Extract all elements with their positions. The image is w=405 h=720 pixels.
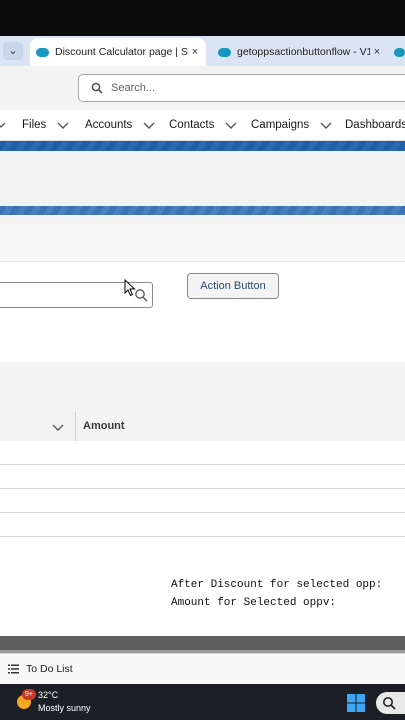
after-discount-label: After Discount for selected opp:: [171, 579, 383, 591]
action-button[interactable]: Action Button: [187, 273, 279, 299]
search-icon: [91, 82, 103, 94]
chevron-down-icon[interactable]: [51, 420, 65, 434]
salesforce-cloud-icon: [36, 47, 49, 57]
card-header: [0, 225, 405, 262]
chevron-down-icon[interactable]: [142, 118, 156, 132]
divider: [0, 215, 405, 225]
search-placeholder: Search...: [111, 82, 156, 94]
salesforce-cloud-icon: [394, 47, 405, 57]
nav-item-label: Contacts: [169, 119, 215, 131]
chevron-down-icon[interactable]: [224, 118, 238, 132]
table-row[interactable]: [0, 441, 405, 465]
notification-badge: 9+: [22, 689, 36, 700]
close-tab-icon[interactable]: ×: [370, 46, 384, 58]
nav-item-files[interactable]: Files: [22, 110, 70, 140]
nav-item-label: Accounts: [85, 119, 133, 131]
tab-title: getoppsactionbuttonflow - V1: [237, 46, 370, 58]
todo-list-button[interactable]: To Do List: [8, 653, 73, 684]
close-tab-icon[interactable]: ×: [188, 46, 202, 58]
nav-item-accounts[interactable]: Accounts: [85, 110, 156, 140]
amount-selected-label: Amount for Selected oppv:: [171, 597, 337, 609]
chevron-down-icon: [0, 122, 6, 128]
tab-discount-calculator[interactable]: Discount Calculator page | Sale ×: [30, 38, 206, 66]
global-search-input[interactable]: Search...: [78, 74, 405, 102]
table-row[interactable]: [0, 513, 405, 537]
column-divider[interactable]: [75, 412, 76, 441]
brand-band: [0, 141, 405, 151]
tab-list-dropdown[interactable]: ⌄: [3, 42, 23, 60]
nav-overflow-chevron[interactable]: [0, 110, 6, 140]
windows-start-icon[interactable]: [346, 693, 366, 713]
salesforce-cloud-icon: [218, 47, 231, 57]
weather-temperature: 32°C: [38, 690, 59, 700]
column-header-amount[interactable]: Amount: [83, 412, 125, 441]
top-black-band: [0, 0, 405, 36]
nav-item-label: Campaigns: [251, 119, 310, 131]
mouse-cursor-icon: [124, 279, 136, 297]
tab-getoppsactionbuttonflow[interactable]: getoppsactionbuttonflow - V1 ×: [212, 38, 388, 66]
nav-item-label: Files: [22, 119, 47, 131]
list-icon: [8, 664, 19, 673]
nav-item-campaigns[interactable]: Campaigns: [251, 110, 333, 140]
table-row[interactable]: [0, 537, 405, 561]
table-row[interactable]: [0, 465, 405, 489]
nav-item-contacts[interactable]: Contacts: [169, 110, 238, 140]
todo-label: To Do List: [26, 662, 73, 675]
search-icon: [383, 697, 396, 710]
tab-title: Discount Calculator page | Sale: [55, 46, 188, 58]
search-icon[interactable]: [134, 288, 148, 302]
nav-item-label: Dashboards: [345, 119, 405, 131]
table-row[interactable]: [0, 489, 405, 513]
section-header: [0, 362, 405, 413]
taskbar: [0, 684, 405, 720]
brand-band: [0, 206, 405, 215]
tab-partial[interactable]: [392, 38, 405, 66]
page-header-area: [0, 151, 405, 206]
nav-item-dashboards[interactable]: Dashboards: [345, 110, 405, 140]
footer-bar: [0, 636, 405, 650]
weather-condition: Mostly sunny: [38, 703, 91, 713]
chevron-down-icon[interactable]: [319, 118, 333, 132]
chevron-down-icon[interactable]: [56, 118, 70, 132]
taskbar-search[interactable]: [376, 692, 405, 714]
